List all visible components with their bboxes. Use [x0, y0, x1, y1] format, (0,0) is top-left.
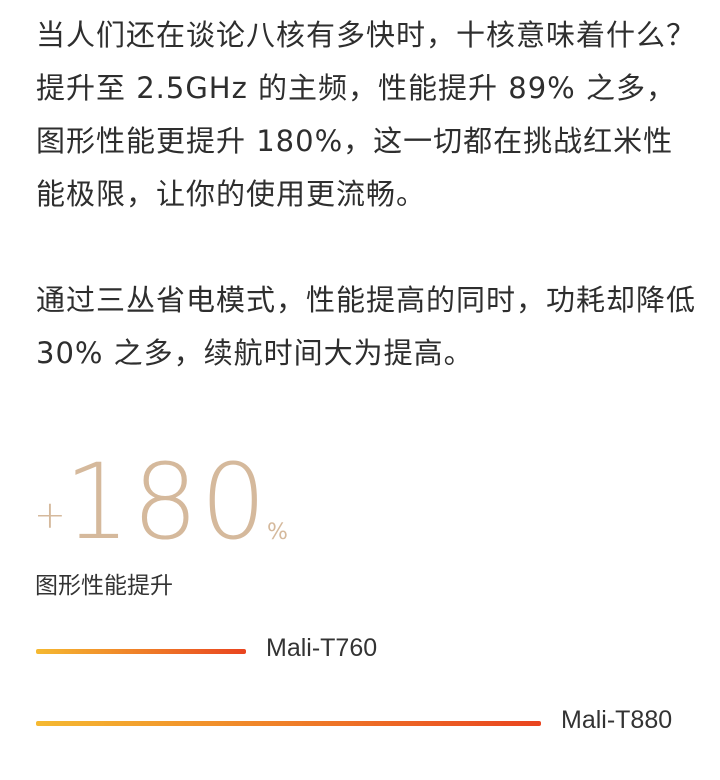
intro-paragraph: 当人们还在谈论八核有多快时，十核意味着什么？提升至 2.5GHz 的主频，性能提…: [36, 18, 697, 211]
bar-mali-t880: [36, 721, 541, 726]
label-mali-t760: Mali-T760: [266, 634, 378, 662]
bar-mali-t760: [36, 649, 246, 654]
stat-unit: %: [267, 520, 288, 545]
label-mali-t880: Mali-T880: [561, 706, 673, 734]
power-saving-paragraph: 通过三丛省电模式，性能提高的同时，功耗却降低 30% 之多，续航时间大为提高。: [36, 283, 697, 370]
stat-value: 180: [64, 441, 269, 563]
stat-plus-sign: +: [34, 493, 66, 537]
stat-label: 图形性能提升: [35, 573, 173, 599]
